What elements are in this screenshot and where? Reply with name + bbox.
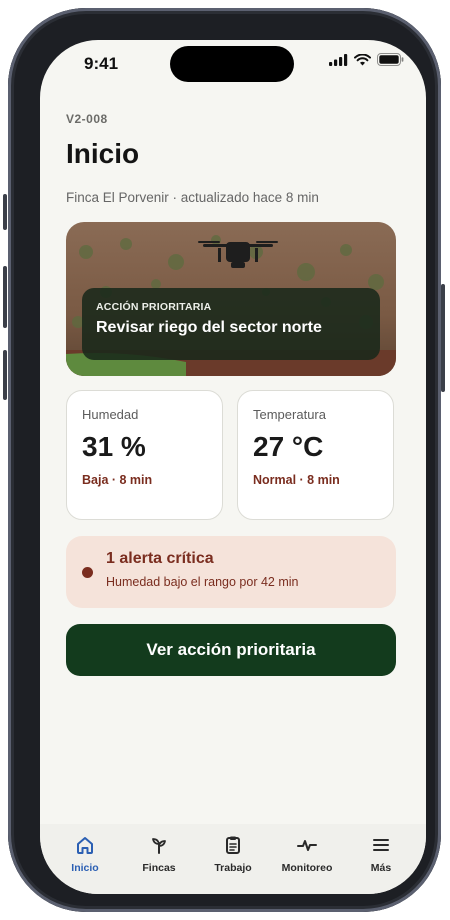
home-icon [77, 837, 93, 854]
metric-value: 27 °C [253, 431, 324, 462]
tab-bar: Inicio Fincas Trabajo Monitoreo Más [40, 824, 426, 894]
tab-trabajo[interactable]: Trabajo [198, 830, 268, 884]
pulse-icon [297, 840, 317, 851]
battery-icon [377, 53, 404, 66]
hero-priority-card[interactable]: ACCIÓN PRIORITARIA Revisar riego del sec… [66, 222, 396, 376]
tab-label: Inicio [71, 862, 99, 874]
critical-alert-banner[interactable]: 1 alerta crítica Humedad bajo el rango p… [66, 536, 396, 608]
tab-label: Trabajo [214, 862, 252, 874]
view-priority-action-button[interactable]: Ver acción prioritaria [66, 624, 396, 676]
alert-title: 1 alerta crítica [106, 550, 214, 567]
version-label: V2-008 [66, 112, 108, 126]
status-icons [329, 53, 404, 66]
tab-label: Más [370, 862, 392, 874]
power-button [441, 284, 445, 392]
tab-mas[interactable]: Más [346, 830, 416, 884]
metric-card-humidity[interactable]: Humedad 31 % Baja · 8 min [66, 390, 223, 520]
tab-label: Fincas [142, 862, 176, 874]
signal-icon [329, 53, 348, 66]
metric-card-temperature[interactable]: Temperatura 27 °C Normal · 8 min [237, 390, 394, 520]
alert-dot-icon [82, 567, 93, 578]
metric-note: Normal · 8 min [253, 473, 340, 487]
tab-monitoreo[interactable]: Monitoreo [272, 830, 342, 884]
phone-frame: 9:41 V2-008 Inicio Finca El Porvenir · a… [3, 8, 445, 912]
page-title: Inicio [66, 138, 140, 169]
silent-switch [3, 194, 7, 230]
hero-kicker: ACCIÓN PRIORITARIA [96, 301, 212, 313]
metric-label: Humedad [82, 407, 139, 422]
clipboard-icon [226, 836, 240, 854]
volume-down-button [3, 350, 7, 400]
alert-text: Humedad bajo el rango por 42 min [106, 575, 299, 589]
tab-inicio[interactable]: Inicio [50, 830, 120, 884]
metric-label: Temperatura [253, 407, 326, 422]
metric-value: 31 % [82, 431, 146, 462]
sprout-icon [152, 838, 166, 854]
page-subtitle: Finca El Porvenir · actualizado hace 8 m… [66, 190, 319, 205]
tab-fincas[interactable]: Fincas [124, 830, 194, 884]
screen: 9:41 V2-008 Inicio Finca El Porvenir · a… [40, 40, 426, 894]
volume-up-button [3, 266, 7, 328]
hero-overlay: ACCIÓN PRIORITARIA Revisar riego del sec… [82, 288, 380, 360]
wifi-icon [354, 53, 371, 65]
status-time: 9:41 [84, 54, 119, 73]
menu-icon [373, 839, 389, 851]
hero-action-text: Revisar riego del sector norte [96, 319, 322, 336]
dynamic-island [170, 46, 294, 82]
metric-note: Baja · 8 min [82, 473, 153, 487]
tab-label: Monitoreo [281, 862, 333, 874]
